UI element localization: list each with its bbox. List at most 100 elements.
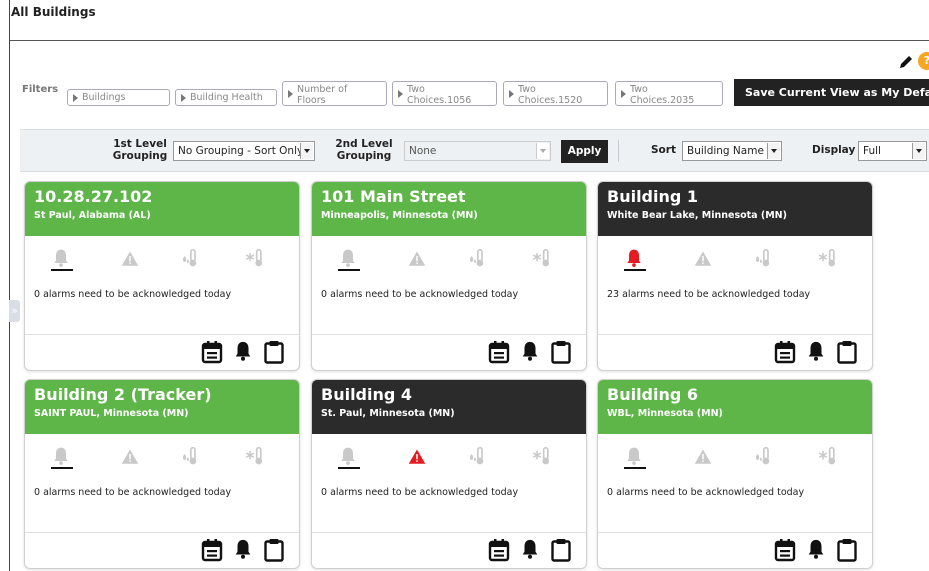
warning-icon-wrap[interactable] [408,448,426,470]
schedule-button[interactable] [201,538,223,566]
calendar-icon [488,539,510,562]
building-name[interactable]: Building 6 [607,385,863,405]
building-location: White Bear Lake, Minnesota (MN) [607,210,787,221]
expand-triangle-icon [181,94,186,102]
building-name[interactable]: 101 Main Street [321,187,577,207]
display-label: Display [812,144,856,156]
chevron-down-icon [300,143,313,159]
building-location: WBL, Minnesota (MN) [607,408,723,419]
schedule-button[interactable] [774,340,796,368]
grouping-toolbar: 1st Level Grouping No Grouping - Sort On… [20,129,929,172]
alarms-button[interactable] [232,340,254,366]
alarm-summary: 0 alarms need to be acknowledged today [607,487,805,498]
alarms-button[interactable] [519,538,541,564]
card-header[interactable]: Building 2 (Tracker) SAINT PAUL, Minneso… [25,380,299,434]
filter-chip-number-of-floors[interactable]: Number of Floors [282,81,387,106]
card-divider [598,334,872,335]
expand-triangle-icon [288,90,293,98]
notes-button[interactable] [550,538,572,566]
warning-icon-wrap[interactable] [121,250,139,272]
building-card[interactable]: 101 Main Street Minneapolis, Minnesota (… [311,181,587,371]
snowflake-icon-wrap[interactable] [532,248,552,272]
alarm-summary: 0 alarms need to be acknowledged today [34,487,232,498]
apply-button[interactable]: Apply [561,140,608,163]
toolbar-divider [618,140,619,162]
thermometer-icon [755,248,770,267]
schedule-button[interactable] [488,340,510,368]
building-card[interactable]: 10.28.27.102 St Paul, Alabama (AL) 0 ala… [24,181,300,371]
notes-button[interactable] [550,340,572,368]
alarm-bell-icon [235,341,251,361]
thermometer-icon-wrap[interactable] [180,446,200,470]
building-name[interactable]: Building 1 [607,187,863,207]
card-header[interactable]: 10.28.27.102 St Paul, Alabama (AL) [25,182,299,236]
alarms-button[interactable] [232,538,254,564]
warning-icon-wrap[interactable] [121,448,139,470]
alarms-button[interactable] [519,340,541,366]
filter-chip-two-choices-1520[interactable]: Two Choices.1520 [503,81,608,106]
card-header[interactable]: Building 1 White Bear Lake, Minnesota (M… [598,182,872,236]
snowflake-icon-wrap[interactable] [818,446,838,470]
expand-panel-tab[interactable]: » [9,300,20,322]
thermometer-icon [182,446,197,465]
alarms-button[interactable] [805,340,827,366]
thermometer-icon-wrap[interactable] [753,248,773,272]
building-card[interactable]: Building 4 St. Paul, Minnesota (MN) 0 al… [311,379,587,569]
thermometer-icon-wrap[interactable] [180,248,200,272]
warning-icon-wrap[interactable] [408,250,426,272]
notes-button[interactable] [836,340,858,368]
snowflake-icon-wrap[interactable] [532,446,552,470]
status-icons [598,236,872,280]
schedule-button[interactable] [488,538,510,566]
filters-label: Filters [22,84,59,95]
selected-tab-underline [624,467,646,469]
warning-icon-wrap[interactable] [694,448,712,470]
schedule-button[interactable] [201,340,223,368]
help-icon[interactable]: ? [918,52,929,70]
notes-button[interactable] [263,340,285,368]
card-header[interactable]: 101 Main Street Minneapolis, Minnesota (… [312,182,586,236]
display-select[interactable]: Full [858,141,927,161]
notes-button[interactable] [263,538,285,566]
selected-tab-underline [51,269,73,271]
clipboard-icon [837,341,857,364]
thermometer-icon-wrap[interactable] [753,446,773,470]
edit-icon[interactable] [898,54,914,70]
thermometer-icon [755,446,770,465]
warning-icon-wrap[interactable] [694,250,712,272]
clipboard-icon [264,341,284,364]
snowflake-icon-wrap[interactable] [245,248,265,272]
filter-chip-building-health[interactable]: Building Health [175,89,277,106]
sort-select[interactable]: Building Name [682,141,782,161]
snowflake-thermometer-icon [818,248,836,267]
card-header[interactable]: Building 4 St. Paul, Minnesota (MN) [312,380,586,434]
building-card[interactable]: Building 6 WBL, Minnesota (MN) 0 alarms … [597,379,873,569]
building-name[interactable]: Building 4 [321,385,577,405]
card-actions [484,340,572,368]
thermometer-icon [182,248,197,267]
filter-chip-two-choices-1056[interactable]: Two Choices.1056 [392,81,497,106]
chevron-down-icon [767,143,780,159]
filter-chip-buildings[interactable]: Buildings [67,89,170,106]
thermometer-icon-wrap[interactable] [467,248,487,272]
calendar-icon [488,341,510,364]
save-view-button[interactable]: Save Current View as My Default [734,79,929,106]
building-name[interactable]: 10.28.27.102 [34,187,290,207]
card-header[interactable]: Building 6 WBL, Minnesota (MN) [598,380,872,434]
alarms-button[interactable] [805,538,827,564]
schedule-button[interactable] [774,538,796,566]
card-divider [312,334,586,335]
building-card[interactable]: Building 1 White Bear Lake, Minnesota (M… [597,181,873,371]
card-divider [598,532,872,533]
second-level-grouping-select[interactable]: None [404,141,551,161]
title-divider [10,40,929,41]
snowflake-icon-wrap[interactable] [818,248,838,272]
building-card[interactable]: Building 2 (Tracker) SAINT PAUL, Minneso… [24,379,300,569]
thermometer-icon-wrap[interactable] [467,446,487,470]
first-level-grouping-select[interactable]: No Grouping - Sort Only [173,141,315,161]
filter-chip-two-choices-2035[interactable]: Two Choices.2035 [615,81,723,106]
snowflake-icon-wrap[interactable] [245,446,265,470]
alarm-bell-icon [808,539,824,559]
notes-button[interactable] [836,538,858,566]
building-name[interactable]: Building 2 (Tracker) [34,385,290,405]
